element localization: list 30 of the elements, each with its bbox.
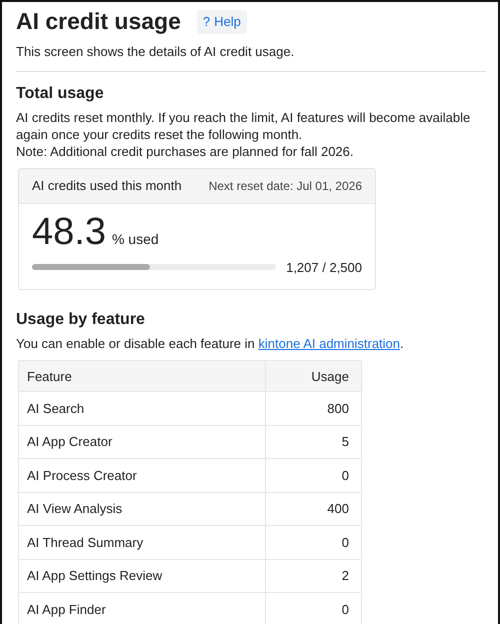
table-cell: 5: [266, 425, 362, 459]
section-heading: Total usage: [16, 84, 105, 104]
info-text: Note: Additional credit purchases are planned for fall 2026.: [16, 143, 354, 160]
section-heading: Usage by feature: [16, 310, 146, 330]
table-cell: AI App Finder: [18, 592, 266, 624]
info-text: AI credits reset monthly. If you reach the limit, AI features will become available again once your credits reset the following month.: [16, 109, 472, 144]
help-button[interactable]: ? Help: [196, 10, 247, 34]
usage-percent: 48.3: [32, 212, 106, 254]
table-cell: 0: [266, 458, 362, 492]
column-header: Usage: [266, 360, 362, 392]
table-cell: 800: [266, 392, 362, 426]
percent-unit: % used: [112, 230, 159, 249]
table-cell: AI App Creator: [18, 425, 266, 459]
info-text: You can enable or disable each feature in kintone AI administration.: [16, 335, 405, 352]
table-cell: AI Process Creator: [18, 458, 266, 492]
table-cell: AI Thread Summary: [18, 526, 266, 560]
table-cell: AI App Settings Review: [18, 559, 266, 593]
page-title: AI credit usage: [16, 8, 181, 36]
table-cell: AI Search: [18, 392, 266, 426]
table-cell: 0: [266, 526, 362, 560]
column-header: Feature: [18, 360, 266, 392]
reset-date: Next reset date: Jul 01, 2026: [208, 178, 362, 196]
help-icon: ?: [202, 12, 210, 32]
table-cell: 2: [266, 559, 362, 593]
table-cell: 400: [266, 492, 362, 526]
credit-count: 1,207 / 2,500: [286, 258, 362, 277]
admin-link[interactable]: kintone AI administration: [258, 336, 400, 352]
card-title: AI credits used this month: [32, 177, 182, 196]
table-cell: AI View Analysis: [18, 492, 266, 526]
page-description: This screen shows the details of AI credit usage.: [16, 42, 296, 61]
